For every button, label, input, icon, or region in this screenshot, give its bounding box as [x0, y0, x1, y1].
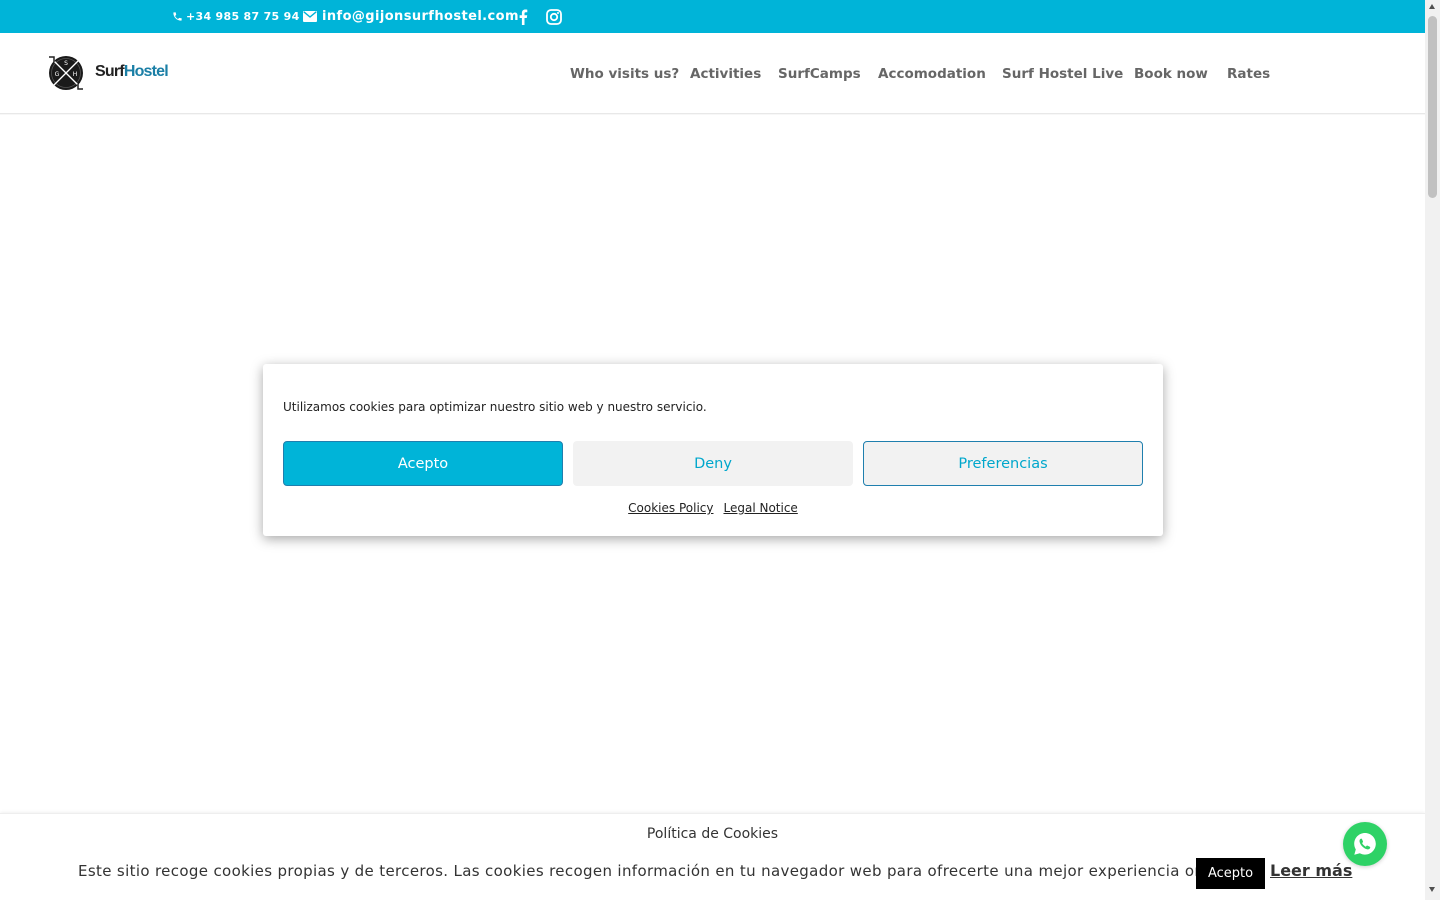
cookie-consent-message: Utilizamos cookies para optimizar nuestr…	[283, 400, 707, 414]
email-link[interactable]: info@gijonsurfhostel.com	[303, 0, 519, 33]
cookie-notice-bar: Política de Cookies Este sitio recoge co…	[0, 813, 1425, 900]
logo-emblem-icon: S G H	[49, 56, 83, 90]
deny-cookies-button[interactable]: Deny	[573, 441, 853, 486]
read-more-link[interactable]: Leer más	[1270, 861, 1352, 880]
cookie-consent-modal: Utilizamos cookies para optimizar nuestr…	[263, 364, 1163, 536]
nav-item-surfcamps[interactable]: SurfCamps	[778, 33, 861, 114]
instagram-icon	[546, 8, 562, 25]
logo-word-hostel: Hostel	[123, 63, 169, 80]
logo-wordmark: SurfHostel	[95, 63, 169, 81]
cookie-modal-links: Cookies Policy Legal Notice	[263, 501, 1163, 515]
nav-item-activities[interactable]: Activities	[690, 33, 761, 114]
top-contact-bar: +34 985 87 75 94 info@gijonsurfhostel.co…	[0, 0, 1425, 33]
nav-item-rates[interactable]: Rates	[1227, 33, 1270, 114]
scroll-up-arrow-icon[interactable]	[1429, 4, 1435, 9]
nav-item-accomodation[interactable]: Accomodation	[878, 33, 986, 114]
facebook-icon	[519, 9, 528, 25]
cookie-preferences-button[interactable]: Preferencias	[863, 441, 1143, 486]
scroll-down-arrow-icon[interactable]	[1429, 887, 1435, 892]
svg-text:S: S	[64, 60, 68, 67]
cookie-notice-text: Este sitio recoge cookies propias y de t…	[78, 862, 1238, 880]
legal-notice-link[interactable]: Legal Notice	[723, 501, 797, 515]
whatsapp-icon	[1354, 833, 1376, 855]
site-logo[interactable]: S G H SurfHostel	[46, 52, 169, 94]
site-header: S G H SurfHostel Who visits us? Activiti…	[0, 33, 1425, 114]
nav-item-book-now[interactable]: Book now	[1134, 33, 1208, 114]
phone-number: +34 985 87 75 94	[186, 10, 300, 23]
cookies-policy-link[interactable]: Cookies Policy	[628, 501, 713, 515]
page-scrollbar[interactable]	[1425, 0, 1440, 900]
accept-cookies-button[interactable]: Acepto	[283, 441, 563, 486]
cookie-notice-accept-button[interactable]: Acepto	[1196, 858, 1265, 889]
phone-icon	[173, 12, 182, 21]
mail-icon	[303, 11, 317, 22]
logo-word-surf: Surf	[95, 63, 125, 80]
cookie-notice-title: Política de Cookies	[646, 826, 779, 842]
nav-item-surf-hostel-live[interactable]: Surf Hostel Live	[1002, 33, 1123, 114]
email-address: info@gijonsurfhostel.com	[322, 9, 519, 24]
phone-link[interactable]: +34 985 87 75 94	[172, 0, 300, 33]
nav-item-who-visits-us[interactable]: Who visits us?	[570, 33, 679, 114]
scrollbar-thumb[interactable]	[1428, 16, 1437, 198]
whatsapp-button[interactable]	[1343, 822, 1387, 866]
svg-text:G: G	[55, 71, 60, 78]
svg-text:H: H	[73, 71, 78, 78]
instagram-link[interactable]	[546, 0, 562, 33]
facebook-link[interactable]	[518, 0, 528, 33]
